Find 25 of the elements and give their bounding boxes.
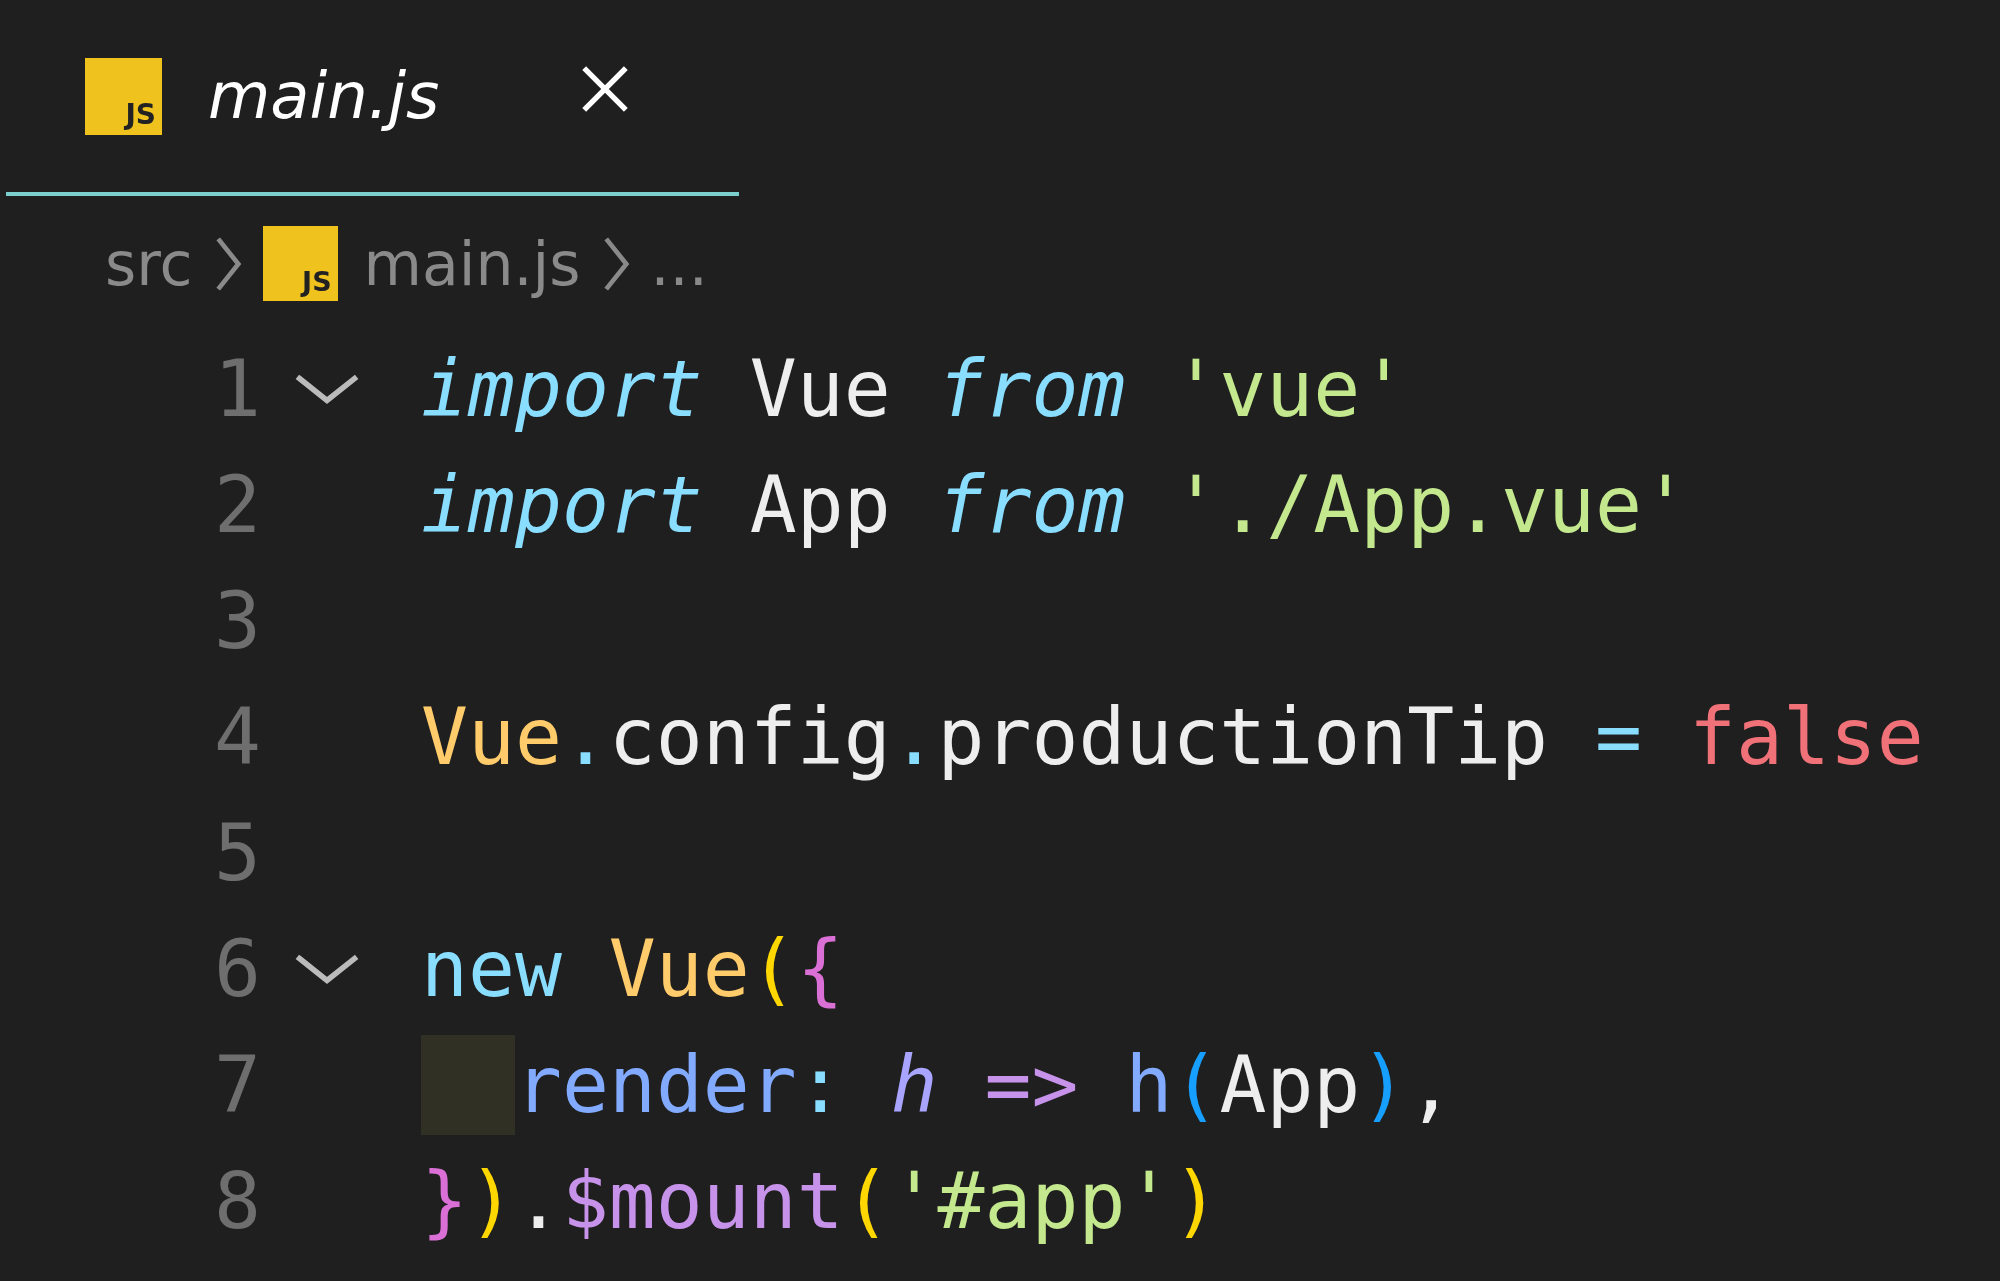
breadcrumb-item[interactable]: src: [105, 228, 193, 299]
code-line: }).$mount('#app'): [421, 1156, 1220, 1246]
breadcrumb-item[interactable]: main.js: [363, 228, 581, 299]
tab-label: main.js: [208, 59, 441, 133]
line-number: 3: [213, 576, 261, 666]
line-number: 5: [213, 808, 261, 898]
chevron-right-icon: [214, 235, 243, 292]
code-line: render: h => h(App),: [515, 1040, 1455, 1130]
line-number: 1: [213, 344, 261, 434]
editor-tab[interactable]: JS main.js: [6, 0, 739, 196]
chevron-right-icon: [602, 235, 631, 292]
chevron-down-icon[interactable]: [294, 952, 360, 986]
line-number: 2: [213, 460, 261, 550]
code-line: import Vue from 'vue': [421, 344, 1408, 434]
js-file-icon: JS: [262, 226, 338, 301]
code-line: import App from './App.vue': [421, 460, 1689, 550]
code-line: Vue.config.productionTip = false: [421, 692, 1924, 782]
line-number: 4: [213, 692, 261, 782]
line-number: 7: [213, 1040, 261, 1130]
line-number: 8: [213, 1156, 261, 1246]
code-line: new Vue({: [421, 924, 844, 1014]
js-file-icon: JS: [85, 57, 162, 135]
chevron-down-icon[interactable]: [294, 372, 360, 406]
breadcrumb-item[interactable]: ...: [650, 228, 708, 299]
line-number: 6: [213, 924, 261, 1014]
